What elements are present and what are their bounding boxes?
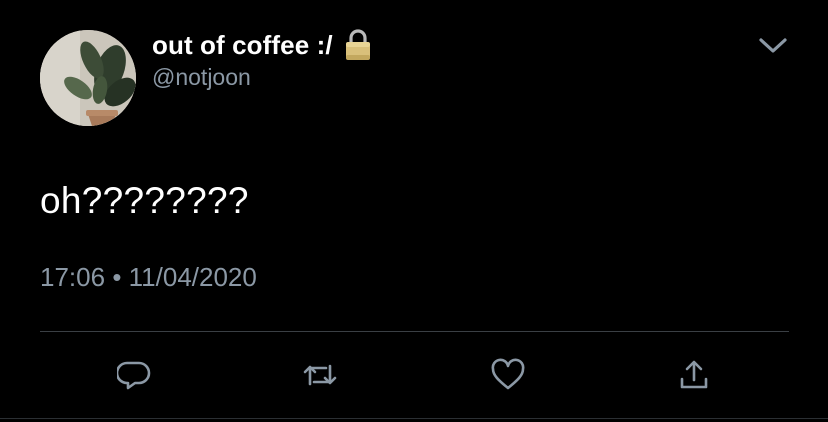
author-name-row: out of coffee :/ [152,28,373,62]
bottom-divider [0,418,828,419]
display-name[interactable]: out of coffee :/ [152,30,333,61]
share-button[interactable] [676,357,712,393]
plant-photo-avatar [40,30,136,126]
lock-icon [343,28,373,62]
share-icon [680,360,708,389]
avatar[interactable] [40,30,136,126]
reply-button[interactable] [116,357,152,393]
chevron-down-icon[interactable] [756,32,790,60]
tweet-time[interactable]: 17:06 [40,262,105,292]
tweet-date[interactable]: 11/04/2020 [129,262,257,292]
meta-separator: • [112,262,122,292]
tweet-timestamp: 17:06 • 11/04/2020 [40,262,257,293]
divider [40,331,789,332]
reply-icon [117,361,151,390]
retweet-icon [303,364,337,386]
heart-icon [491,358,525,390]
author-handle[interactable]: @notjoon [152,64,251,91]
tweet-text: oh???????? [40,180,249,221]
like-button[interactable] [490,357,526,393]
tweet-card: out of coffee :/ @notjoon oh???????? 17:… [0,0,828,422]
retweet-button[interactable] [302,357,338,393]
